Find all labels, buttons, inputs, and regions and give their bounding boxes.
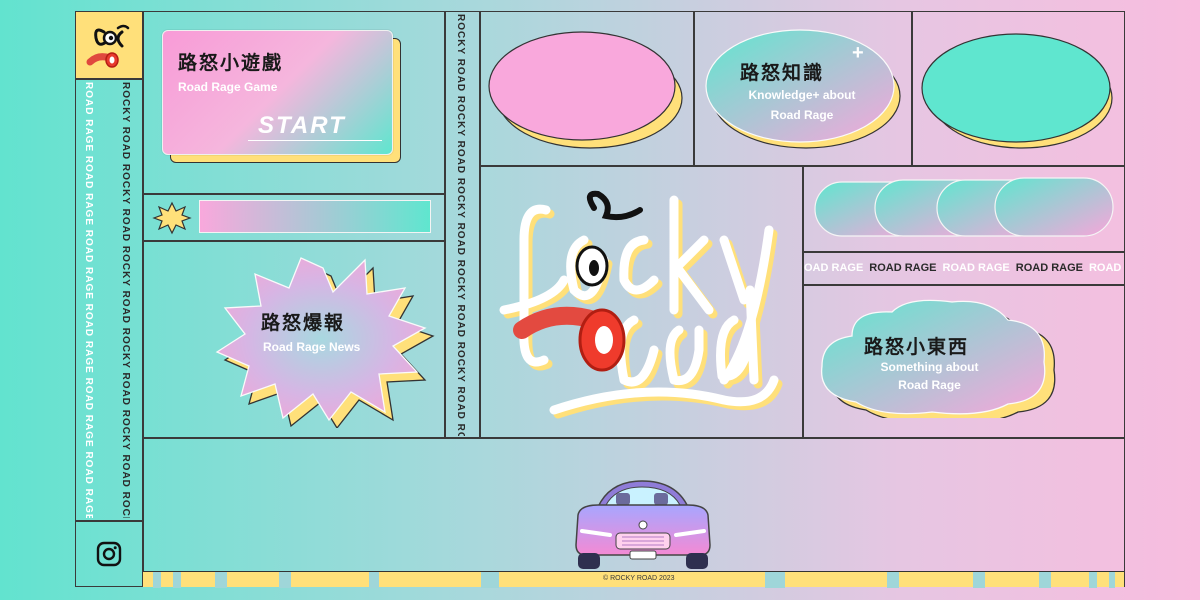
card-title: 路怒爆報 [261,312,346,334]
divider [802,251,1125,253]
copyright: © ROCKY ROAD 2023 [603,575,675,582]
divider [75,78,142,80]
ticker-item: ROAD R [1088,262,1122,274]
card-subtitle: Road Rage [770,108,834,122]
card-title: 路怒小東西 [864,336,970,358]
star-burst-icon [152,201,192,235]
rocky-road-logo-icon [86,24,130,68]
vertical-tagline: ROAD RAGE ROAD RAGE ROAD RAGE ROAD RAGE … [83,82,94,518]
road-rage-knowledge-card[interactable]: 路怒知識 + Knowledge+ about Road Rage [702,26,907,156]
card-title: 路怒知識 [740,62,825,84]
card-subtitle: Road Rage News [263,340,361,354]
road-rage-ticker: OAD RAGE ROAD RAGE ROAD RAGE ROAD RAGE ROAD … [804,258,1122,278]
card-subtitle: Something about [880,360,979,374]
home-logo[interactable] [76,12,142,78]
car-icon[interactable] [570,475,715,573]
decor-clouds [810,172,1120,244]
road-rage-news-card[interactable]: 路怒爆報 Road Rage News [205,248,435,430]
instagram-icon [96,541,122,567]
divider [142,11,144,587]
ticker-item: ROAD RAGE [869,262,937,274]
instagram-link[interactable] [96,541,122,567]
progress-bar [199,200,431,233]
divider [142,240,444,242]
road-rage-game-card[interactable]: 路怒小遊戲 Road Rage Game START [162,30,402,164]
start-button[interactable]: START [248,112,382,141]
divider [911,11,913,165]
card-title: 路怒小遊戲 [178,52,284,74]
ticker-item: ROAD RAGE [942,262,1010,274]
divider [142,437,1125,439]
decor-ellipse [486,28,691,152]
divider [142,193,444,195]
divider [444,11,446,438]
start-label: START [258,112,346,139]
card-subtitle: Knowledge+ about [748,88,856,102]
ticker-item: ROAD RAGE [1015,262,1083,274]
divider [479,165,1125,167]
vertical-tagline: ROCKY ROAD ROCKY ROAD ROCKY ROAD ROCKY R… [455,14,466,436]
plus-icon: + [852,42,864,64]
news-burst-shape [215,257,435,430]
road: © ROCKY ROAD 2023 [143,571,1124,588]
rocky-road-hero-logo [494,180,794,430]
decor-ellipse [920,28,1120,152]
divider [693,11,695,165]
divider [75,520,142,522]
vertical-tagline: ROCKY ROAD ROCKY ROAD ROCKY ROAD ROCKY R… [120,82,131,518]
divider [479,11,481,438]
card-subtitle: Road Rage [898,378,961,392]
divider [802,284,1125,286]
divider [802,165,804,438]
road-rage-things-card[interactable]: 路怒小東西 Something about Road Rage [812,296,1057,423]
card-subtitle: Road Rage Game [178,80,278,94]
ticker-item: OAD RAGE [804,262,864,274]
